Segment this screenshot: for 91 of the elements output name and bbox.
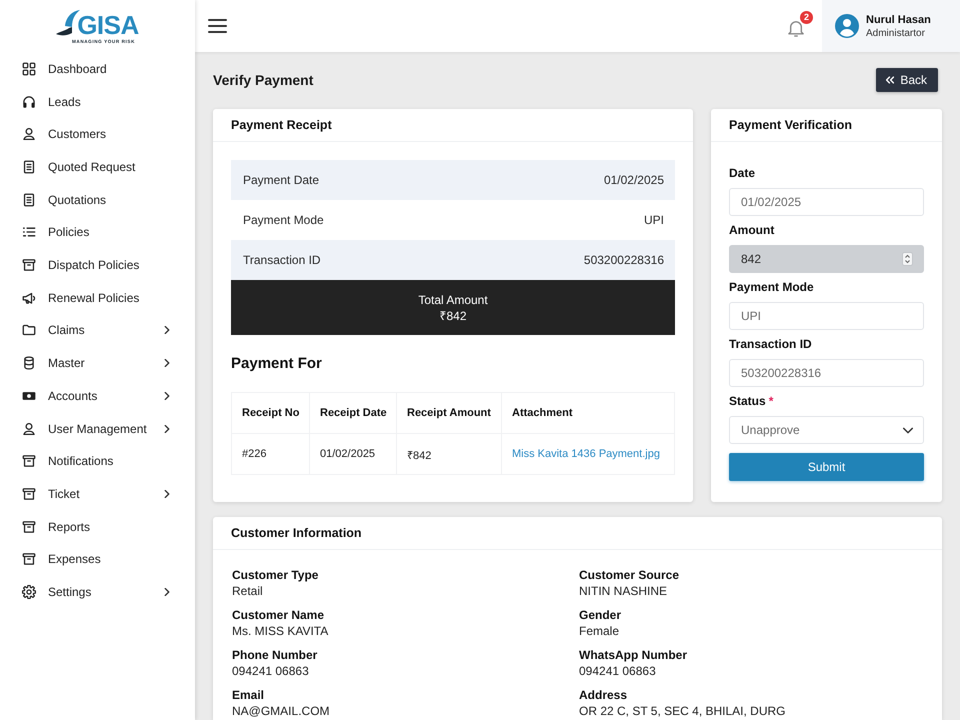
archive-box-icon bbox=[22, 486, 36, 501]
archive-box-icon bbox=[22, 552, 36, 566]
sidebar-item[interactable]: Ticket bbox=[0, 478, 195, 510]
archive-box-icon bbox=[22, 258, 36, 272]
page-title: Verify Payment bbox=[213, 72, 314, 88]
column-header: Receipt No bbox=[232, 392, 310, 434]
select-field[interactable]: Unapprove bbox=[729, 416, 924, 444]
input-field[interactable]: UPI bbox=[729, 302, 924, 330]
field-label: Status * bbox=[729, 394, 774, 409]
input-field[interactable]: 01/02/2025 bbox=[729, 188, 924, 216]
gear-icon bbox=[22, 584, 36, 599]
user-role: Administartor bbox=[866, 28, 926, 38]
field-label: Amount bbox=[729, 223, 776, 238]
card-title: Customer Information bbox=[231, 526, 362, 540]
table-cell: ₹842 bbox=[396, 434, 502, 474]
card-title: Payment Verification bbox=[729, 118, 852, 132]
info-label: Customer Type bbox=[232, 568, 320, 582]
person-icon bbox=[22, 422, 36, 436]
column-header: Receipt Date bbox=[310, 392, 396, 434]
input-field[interactable]: 503200228316 bbox=[729, 359, 924, 387]
sidebar-item[interactable]: User Management bbox=[0, 412, 195, 445]
field-label: Transaction ID bbox=[729, 337, 813, 352]
sidebar-item[interactable]: Dashboard bbox=[0, 52, 195, 86]
bell-icon[interactable] bbox=[788, 19, 804, 37]
sidebar-item[interactable]: Customers bbox=[0, 118, 195, 151]
sidebar-item[interactable]: Renewal Policies bbox=[0, 281, 195, 314]
info-value: NA@GMAIL.COM bbox=[232, 704, 331, 718]
document-icon bbox=[22, 192, 36, 207]
headset-icon bbox=[22, 94, 36, 109]
info-label: Gender bbox=[579, 608, 622, 622]
sidebar-item[interactable]: Leads bbox=[0, 85, 195, 118]
info-label: Customer Name bbox=[232, 608, 326, 622]
attachment-link[interactable]: Miss Kavita 1436 Payment.jpg bbox=[512, 448, 660, 460]
info-label: Customer Source bbox=[579, 568, 680, 582]
sidebar-item[interactable]: Accounts bbox=[0, 379, 195, 412]
sidebar-item[interactable]: Expenses bbox=[0, 542, 195, 576]
avatar-icon bbox=[835, 14, 859, 38]
info-label: Address bbox=[579, 688, 628, 702]
sidebar-item[interactable]: Settings bbox=[0, 576, 195, 608]
detail-label: Payment Date bbox=[243, 173, 320, 187]
sidebar-item[interactable]: Quoted Request bbox=[0, 150, 195, 184]
info-value: NITIN NASHINE bbox=[579, 584, 668, 598]
field-label: Payment Mode bbox=[729, 280, 815, 295]
detail-value: 01/02/2025 bbox=[604, 173, 664, 187]
detail-value: 503200228316 bbox=[584, 253, 664, 267]
archive-box-icon bbox=[22, 520, 36, 534]
total-label: Total Amount bbox=[418, 292, 488, 308]
sidebar-item[interactable]: Notifications bbox=[0, 444, 195, 478]
archive-box-icon bbox=[22, 454, 36, 468]
back-button[interactable]: Back bbox=[876, 68, 938, 92]
info-value: Ms. MISS KAVITA bbox=[232, 624, 330, 638]
info-label: WhatsApp Number bbox=[579, 648, 688, 662]
grid-icon bbox=[22, 62, 36, 76]
menu-icon[interactable] bbox=[208, 19, 227, 33]
sidebar-item[interactable]: Policies bbox=[0, 216, 195, 249]
user-name: Nurul Hasan bbox=[866, 14, 931, 26]
sidebar-item[interactable]: Quotations bbox=[0, 183, 195, 216]
sidebar-item[interactable]: Dispatch Policies bbox=[0, 248, 195, 282]
column-header: Receipt Amount bbox=[396, 392, 502, 434]
notification-badge: 2 bbox=[800, 11, 813, 24]
field-label: Date bbox=[729, 166, 756, 181]
info-value: 094241 06863 bbox=[232, 664, 310, 678]
info-value: OR 22 C, ST 5, SEC 4, BHILAI, DURG bbox=[579, 704, 787, 718]
sidebar-item[interactable]: Master bbox=[0, 346, 195, 380]
document-icon bbox=[22, 160, 36, 174]
detail-label: Transaction ID bbox=[243, 253, 321, 267]
column-header: Attachment bbox=[502, 392, 674, 434]
card-title: Payment Receipt bbox=[231, 118, 332, 132]
submit-button[interactable]: Submit bbox=[729, 453, 924, 481]
user-menu[interactable]: Nurul Hasan Administartor bbox=[822, 0, 960, 52]
table-cell: 01/02/2025 bbox=[310, 434, 396, 474]
info-value: Female bbox=[579, 624, 620, 638]
table-cell: #226 bbox=[232, 434, 310, 474]
double-chevron-left-icon bbox=[886, 76, 894, 84]
list-icon bbox=[22, 225, 36, 240]
info-label: Email bbox=[232, 688, 266, 702]
database-icon bbox=[22, 356, 36, 370]
info-label: Phone Number bbox=[232, 648, 318, 662]
logo-text: GISA bbox=[77, 13, 139, 37]
sidebar-item[interactable]: Reports bbox=[0, 510, 195, 543]
chevron-down-icon bbox=[903, 426, 913, 434]
info-value: Retail bbox=[232, 584, 264, 598]
info-value: 094241 06863 bbox=[579, 664, 657, 678]
section-title: Payment For bbox=[231, 356, 323, 372]
person-icon bbox=[22, 127, 36, 142]
megaphone-icon bbox=[22, 290, 36, 305]
folder-icon bbox=[22, 323, 36, 338]
detail-label: Payment Mode bbox=[243, 213, 324, 227]
sidebar-item[interactable]: Claims bbox=[0, 314, 195, 347]
total-value: ₹842 bbox=[439, 308, 467, 324]
detail-value: UPI bbox=[644, 213, 664, 227]
